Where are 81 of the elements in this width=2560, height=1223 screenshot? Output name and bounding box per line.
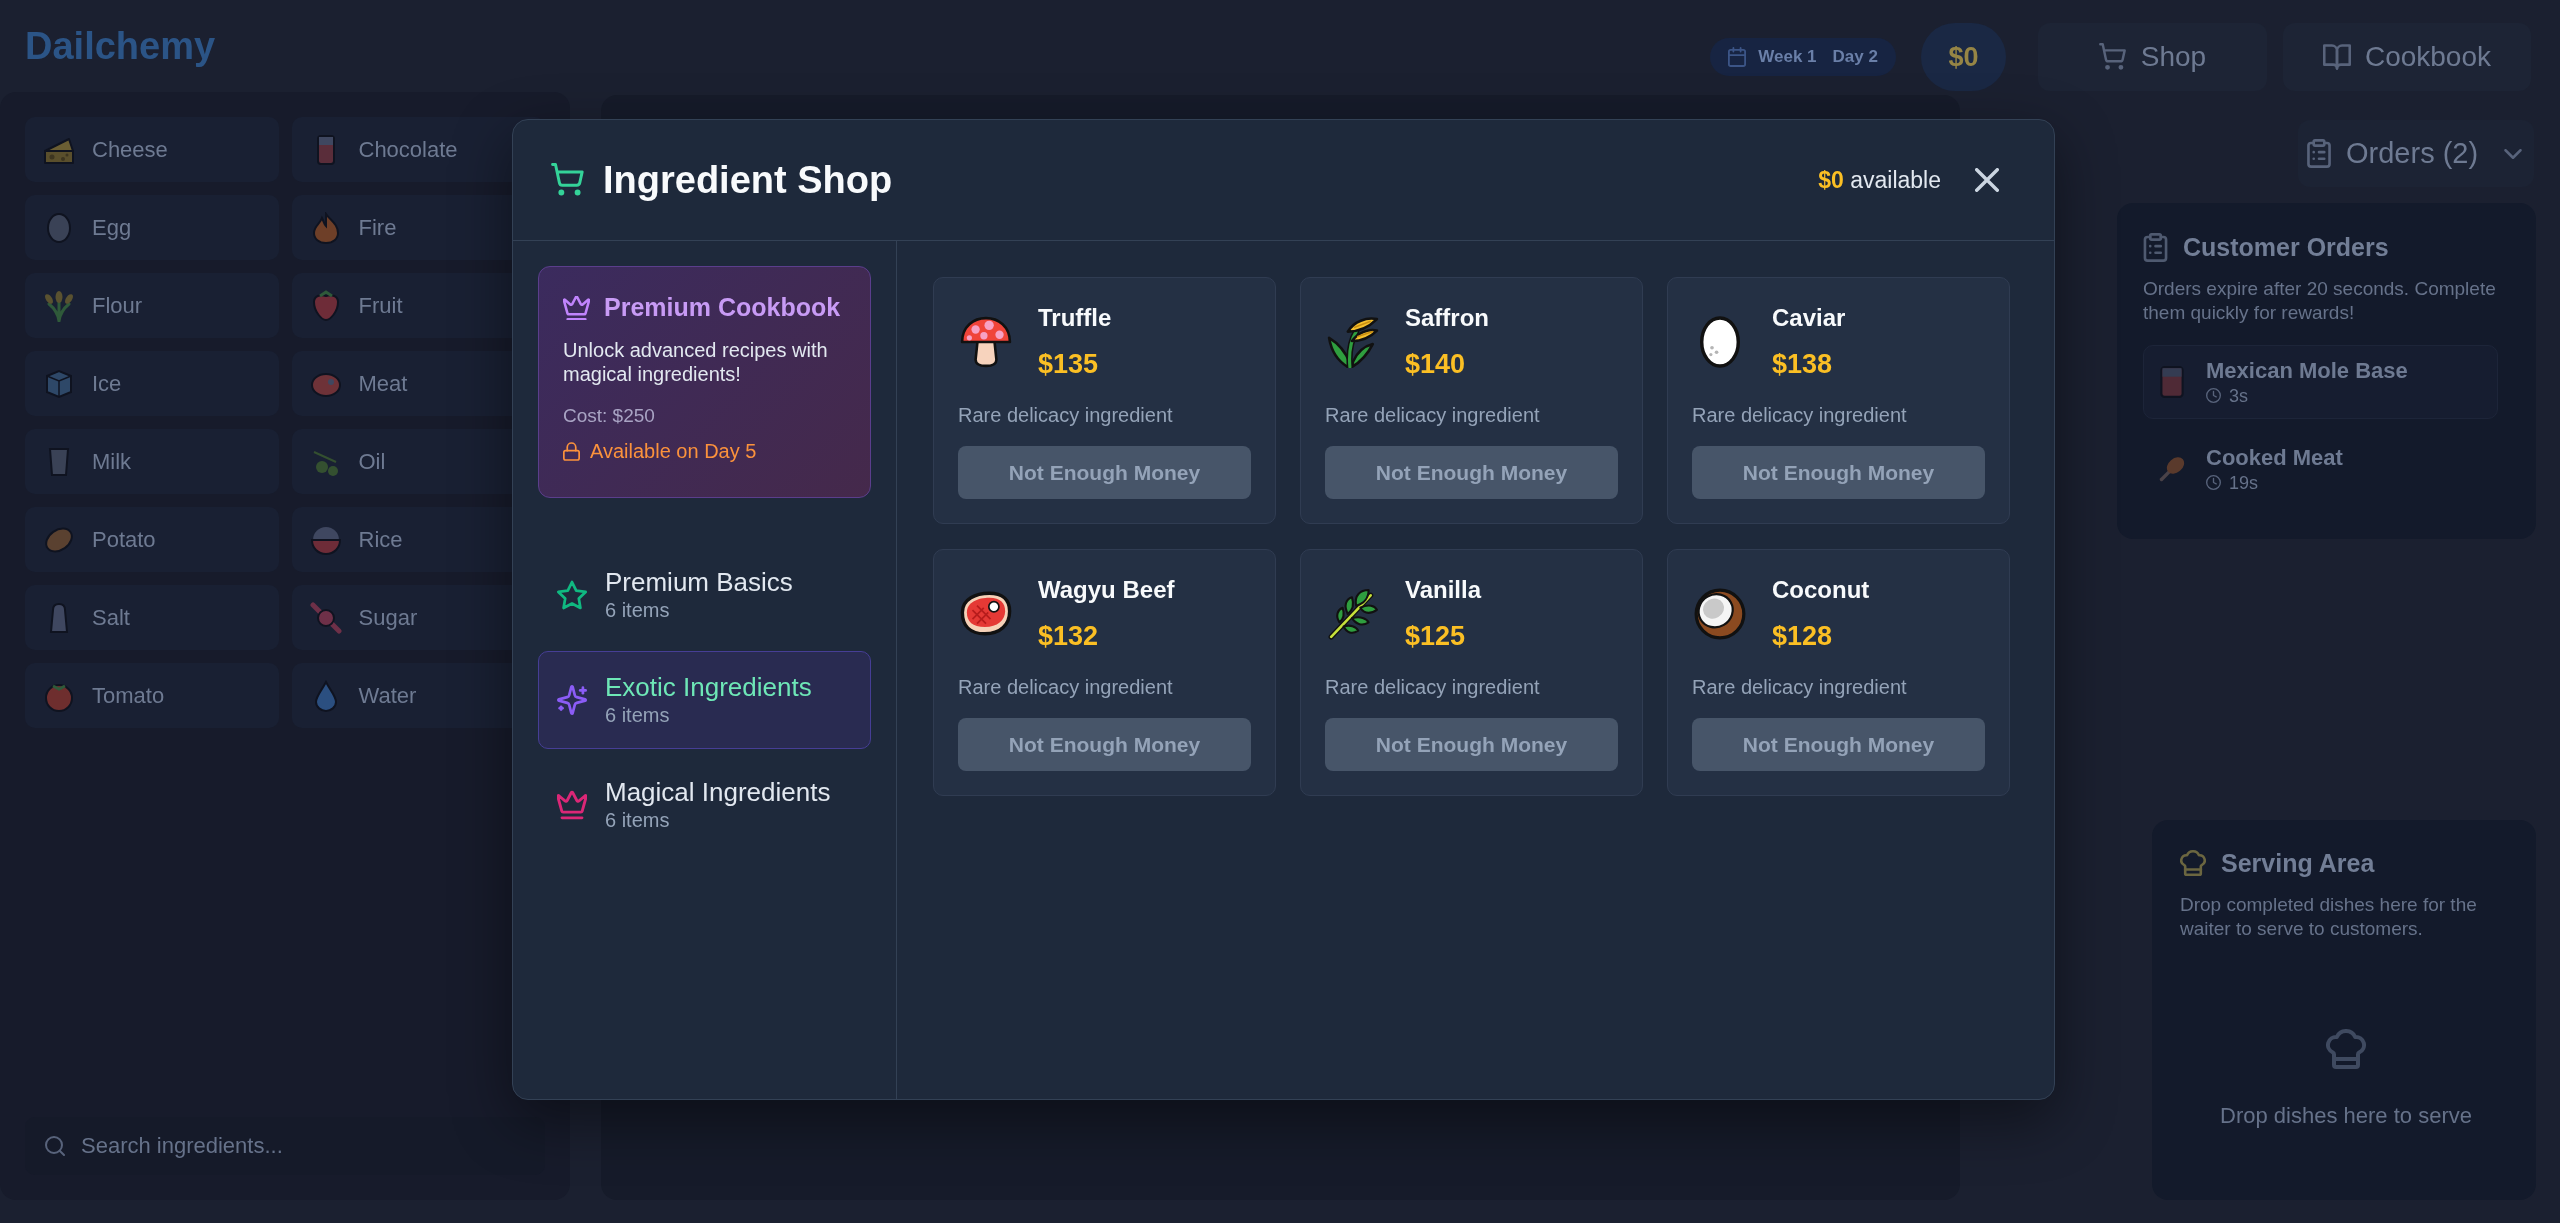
card-description: Unlock advanced recipes with magical ingredients! [563, 338, 829, 386]
product-description: Rare delicacy ingredient [1325, 403, 1541, 428]
product-description: Rare delicacy ingredient [958, 403, 1174, 428]
app-logo: Dailchemy [25, 27, 216, 65]
clock-icon [2206, 475, 2221, 490]
category-item[interactable]: Exotic Ingredients 6 items [538, 651, 871, 749]
wheat-icon [1327, 315, 1379, 368]
clipboard-icon [2307, 139, 2331, 168]
cart-icon [551, 163, 585, 197]
price-text: $135 [1038, 348, 1100, 381]
order-item[interactable]: Mexican Mole Base 3s [2143, 345, 2498, 419]
candy-icon [309, 601, 342, 634]
order-name: Mexican Mole Base [2206, 356, 2408, 384]
ice-cube-icon [43, 367, 75, 400]
time-text: 19s [2229, 471, 2259, 495]
cost-text: Cost: $250 [563, 404, 656, 427]
card-title: Customer Orders [2183, 232, 2389, 262]
ingredient-tile[interactable]: Flour [25, 273, 279, 338]
product-description: Rare delicacy ingredient [958, 675, 1174, 700]
star-icon [557, 579, 587, 610]
clipboard-icon [2143, 232, 2168, 262]
sparkle-icon [557, 684, 587, 715]
coconut-icon [1694, 587, 1746, 640]
chef-hat-icon [2180, 850, 2206, 876]
chevron-down-icon [2504, 148, 2522, 159]
modal-title: Ingredient Shop [603, 158, 893, 202]
cart-icon [2098, 43, 2127, 71]
chocolate-bar-icon [2158, 365, 2186, 399]
ingredient-tile[interactable]: Cheese [25, 117, 279, 182]
product-name: Coconut [1772, 575, 1870, 605]
card-title: Serving Area [2221, 848, 2375, 878]
crown-icon [563, 295, 590, 320]
mushroom-icon [960, 315, 1012, 368]
ingredient-tile[interactable]: Tomato [25, 663, 279, 728]
egg-icon [1700, 315, 1740, 368]
ingredient-tile[interactable]: Milk [25, 429, 279, 494]
money-badge: $0 [1920, 23, 2006, 91]
search-icon [45, 1136, 65, 1156]
crown-icon [557, 789, 587, 820]
herb-icon [1327, 587, 1379, 640]
order-name: Cooked Meat [2206, 443, 2343, 471]
lock-icon [563, 442, 580, 461]
price-text: $132 [1038, 620, 1100, 653]
product-name: Caviar [1772, 303, 1846, 333]
drop-hint: Drop dishes here to serve [2220, 1102, 2472, 1129]
product-name: Wagyu Beef [1038, 575, 1175, 605]
card-title: Premium Cookbook [604, 293, 841, 322]
product-name: Vanilla [1405, 575, 1482, 605]
steak-icon [960, 591, 1012, 636]
product-description: Rare delicacy ingredient [1692, 675, 1908, 700]
calendar-icon [1728, 47, 1747, 67]
order-item[interactable]: Cooked Meat 19s [2143, 432, 2498, 506]
orders-toggle[interactable]: Orders (2) [2298, 120, 2534, 187]
book-icon [2322, 43, 2351, 71]
nav-button[interactable]: Shop [2037, 23, 2267, 91]
product-description: Rare delicacy ingredient [1325, 675, 1541, 700]
availability-text: Available on Day 5 [590, 440, 757, 463]
close-button[interactable] [1975, 168, 1999, 192]
ingredient-tile[interactable]: Potato [25, 507, 279, 572]
clock-icon [2206, 388, 2221, 403]
price-text: $140 [1405, 348, 1467, 381]
card-description: Drop completed dishes here for the waiter to serve to customers. [2180, 893, 2478, 941]
week-text: Week 1 [1758, 47, 1817, 67]
product-description: Rare delicacy ingredient [1692, 403, 1908, 428]
category-item[interactable]: Magical Ingredients 6 items [538, 756, 871, 854]
wheat-icon [43, 289, 75, 322]
product-name: Saffron [1405, 303, 1489, 333]
balance-text: $0 available [1818, 166, 1941, 194]
ingredient-tile[interactable]: Ice [25, 351, 279, 416]
price-text: $138 [1772, 348, 1834, 381]
day-text: Day 2 [1832, 47, 1878, 67]
time-text: 3s [2229, 384, 2248, 408]
price-text: $125 [1405, 620, 1467, 653]
ingredient-tile[interactable]: Salt [25, 585, 279, 650]
chef-hat-icon [2326, 1028, 2366, 1069]
ingredient-tile[interactable]: Egg [25, 195, 279, 260]
product-name: Truffle [1038, 303, 1112, 333]
close-icon [1975, 168, 1999, 192]
price-text: $128 [1772, 620, 1834, 653]
nav-button[interactable]: Cookbook [2282, 23, 2531, 91]
card-description: Orders expire after 20 seconds. Complete them quickly for rewards! [2143, 277, 2497, 325]
